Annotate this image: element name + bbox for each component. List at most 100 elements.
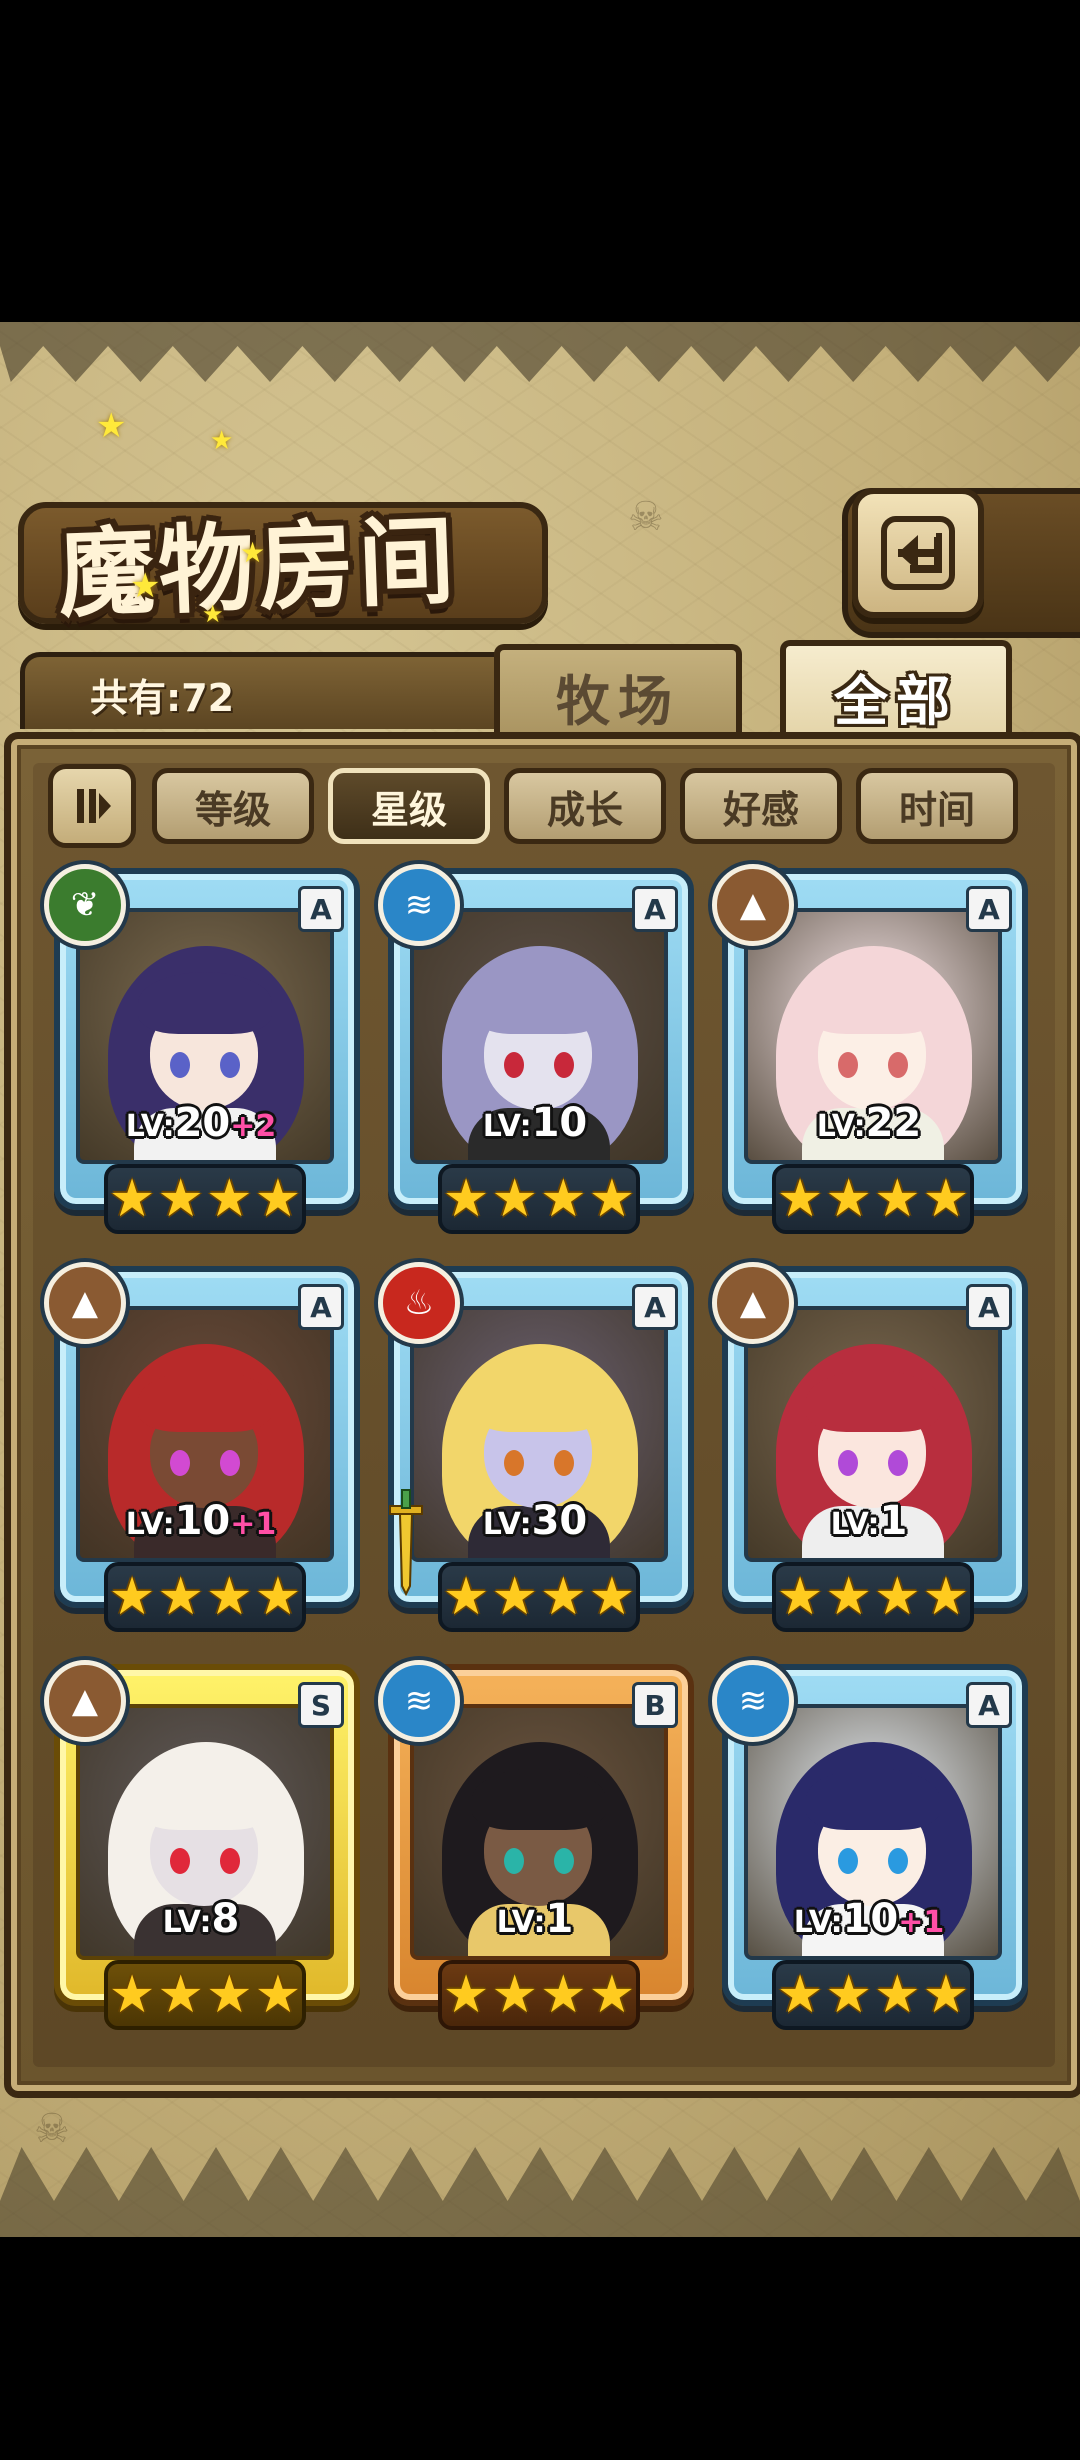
rarity-badge: A — [966, 1682, 1012, 1728]
star-icon: ★ — [874, 1169, 921, 1229]
water-element-icon: ≋ — [378, 864, 460, 946]
star-icon: ★ — [825, 1965, 872, 2025]
monster-level: LV:8 — [162, 1896, 240, 1942]
star-icon: ★ — [108, 1567, 156, 1627]
star-rating: ★ ★ ★ ★ — [772, 1960, 974, 2030]
tab-ranch[interactable]: 牧场 — [494, 644, 742, 742]
rarity-badge: A — [966, 1284, 1012, 1330]
monster-level: LV:22 — [816, 1100, 922, 1146]
star-icon: ★ — [874, 1567, 921, 1627]
monster-count: 共有:72 — [90, 676, 235, 720]
star-icon: ★ — [157, 1567, 204, 1627]
star-icon: ★ — [540, 1567, 587, 1627]
sword-equipment-icon — [386, 1486, 426, 1597]
star-rating: ★ ★ ★ ★ — [438, 1960, 640, 2030]
star-icon: ★ — [922, 1169, 970, 1229]
star-icon: ★ — [825, 1567, 872, 1627]
rarity-badge: A — [966, 886, 1012, 932]
sparkle-star-icon: ★ — [210, 426, 234, 456]
star-icon: ★ — [540, 1169, 587, 1229]
star-rating: ★ ★ ★ ★ — [438, 1164, 640, 1234]
star-icon: ★ — [776, 1567, 824, 1627]
earth-element-icon: ▲ — [44, 1262, 126, 1344]
star-icon: ★ — [157, 1169, 204, 1229]
monster-level: LV:1 — [496, 1896, 574, 1942]
star-icon: ★ — [776, 1169, 824, 1229]
star-icon: ★ — [825, 1169, 872, 1229]
star-icon: ★ — [254, 1169, 302, 1229]
monster-level: LV:30 — [482, 1498, 588, 1544]
star-icon: ★ — [206, 1169, 253, 1229]
star-icon: ★ — [588, 1169, 636, 1229]
star-icon: ★ — [254, 1965, 302, 2025]
star-icon: ★ — [157, 1965, 204, 2025]
fire-element-icon: ♨ — [378, 1262, 460, 1344]
star-icon: ★ — [491, 1567, 538, 1627]
monster-card[interactable]: A ▲ LV:10+1 ★ ★ ★ ★ — [44, 1262, 360, 1636]
sort-order-toggle[interactable] — [48, 764, 136, 848]
star-icon: ★ — [491, 1169, 538, 1229]
star-icon: ★ — [540, 1965, 587, 2025]
rarity-badge: A — [298, 886, 344, 932]
star-rating: ★ ★ ★ ★ — [104, 1960, 306, 2030]
monster-level: LV:20+2 — [125, 1100, 277, 1146]
star-icon: ★ — [588, 1965, 636, 2025]
sort-by-time-button[interactable]: 时间 — [856, 768, 1018, 844]
skull-map-icon: ☠ — [628, 494, 664, 540]
monster-level: LV:10+1 — [793, 1896, 945, 1942]
rarity-badge: S — [298, 1682, 344, 1728]
star-rating: ★ ★ ★ ★ — [104, 1164, 306, 1234]
torn-edge-bottom — [0, 2147, 1080, 2237]
monster-card[interactable]: A ♨ LV:30 ★ ★ ★ ★ — [378, 1262, 694, 1636]
star-icon: ★ — [491, 1965, 538, 2025]
sort-by-level-button[interactable]: 等级 — [152, 768, 314, 844]
nature-element-icon: ❦ — [44, 864, 126, 946]
water-element-icon: ≋ — [378, 1660, 460, 1742]
sort-by-affection-button[interactable]: 好感 — [680, 768, 842, 844]
monster-card[interactable]: A ≋ LV:10 ★ ★ ★ ★ — [378, 864, 694, 1238]
star-icon: ★ — [874, 1965, 921, 2025]
monster-card[interactable]: B ≋ LV:1 ★ ★ ★ ★ — [378, 1660, 694, 2034]
star-icon: ★ — [588, 1567, 636, 1627]
monster-card[interactable]: A ❦ LV:20+2 ★ ★ ★ ★ — [44, 864, 360, 1238]
tab-all[interactable]: 全部 — [780, 640, 1012, 746]
star-icon: ★ — [442, 1567, 490, 1627]
sparkle-star-icon: ★ — [202, 600, 224, 628]
sparkle-star-icon: ★ — [96, 406, 127, 446]
sort-direction-icon — [77, 789, 111, 823]
monster-card[interactable]: A ≋ LV:10+1 ★ ★ ★ ★ — [712, 1660, 1028, 2034]
star-icon: ★ — [206, 1567, 253, 1627]
star-icon: ★ — [254, 1567, 302, 1627]
star-icon: ★ — [206, 1965, 253, 2025]
back-button[interactable] — [852, 488, 984, 618]
rarity-badge: B — [632, 1682, 678, 1728]
water-element-icon: ≋ — [712, 1660, 794, 1742]
sort-by-growth-button[interactable]: 成长 — [504, 768, 666, 844]
torn-edge-top — [0, 322, 1080, 382]
star-icon: ★ — [922, 1567, 970, 1627]
star-rating: ★ ★ ★ ★ — [104, 1562, 306, 1632]
monster-level: LV:1 — [830, 1498, 908, 1544]
rarity-badge: A — [632, 886, 678, 932]
monster-card[interactable]: S ▲ LV:8 ★ ★ ★ ★ — [44, 1660, 360, 2034]
star-icon: ★ — [108, 1965, 156, 2025]
monster-level: LV:10+1 — [125, 1498, 277, 1544]
star-icon: ★ — [108, 1169, 156, 1229]
earth-element-icon: ▲ — [712, 864, 794, 946]
monster-level: LV:10 — [482, 1100, 588, 1146]
skull-map-icon: ☠ — [34, 2106, 70, 2152]
sparkle-star-icon: ★ — [130, 566, 161, 606]
earth-element-icon: ▲ — [44, 1660, 126, 1742]
sparkle-star-icon: ★ — [240, 536, 266, 569]
rarity-badge: A — [632, 1284, 678, 1330]
star-icon: ★ — [442, 1965, 490, 2025]
monster-card[interactable]: A ▲ LV:1 ★ ★ ★ ★ — [712, 1262, 1028, 1636]
sort-by-star-button[interactable]: 星级 — [328, 768, 490, 844]
earth-element-icon: ▲ — [712, 1262, 794, 1344]
star-rating: ★ ★ ★ ★ — [772, 1562, 974, 1632]
monster-card[interactable]: A ▲ LV:22 ★ ★ ★ ★ — [712, 864, 1028, 1238]
return-arrow-icon — [881, 516, 955, 590]
star-icon: ★ — [442, 1169, 490, 1229]
star-icon: ★ — [776, 1965, 824, 2025]
game-screen: ☠ ☠ 魔物房间 ★ ★ ★ ★ ★ 共有:72 牧场 全部 等级 星级 成长 … — [0, 322, 1080, 2237]
